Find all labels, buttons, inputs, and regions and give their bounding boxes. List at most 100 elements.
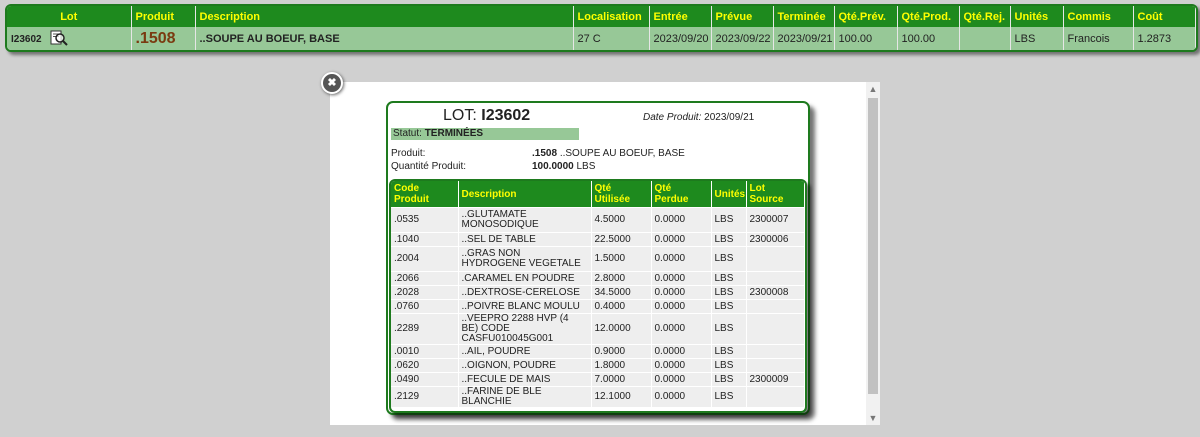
lot-detail-card: LOT: I23602 Date Produit: 2023/09/21 Sta… xyxy=(386,101,810,415)
produit-label: Produit: xyxy=(391,148,426,159)
close-icon[interactable]: ✖ xyxy=(321,72,343,94)
desc-cell: ..SEL DE TABLE xyxy=(458,232,592,247)
col-header-produit[interactable]: Produit xyxy=(131,6,196,27)
lot-source-cell: 2300009 xyxy=(746,372,805,387)
desc-cell: ..OIGNON, POUDRE xyxy=(458,358,592,373)
code-cell: .2028 xyxy=(391,285,459,300)
qte-prod-cell: 100.00 xyxy=(897,27,960,50)
produit-value: .1508 ..SOUPE AU BOEUF, BASE xyxy=(532,148,685,159)
scroll-up-icon[interactable]: ▲ xyxy=(866,84,880,94)
magnifier-document-icon[interactable] xyxy=(50,30,69,49)
table-row: .1040 ..SEL DE TABLE 22.5000 0.0000 LBS … xyxy=(391,232,805,247)
lost-cell: 0.0000 xyxy=(651,358,712,373)
lot-title-value: I23602 xyxy=(481,107,531,124)
lot-source-cell xyxy=(746,386,805,407)
lot-source-cell xyxy=(746,313,805,345)
col-header-lot-source: Lot Source xyxy=(746,181,805,208)
code-cell: .0010 xyxy=(391,344,459,359)
col-header-qte-prev[interactable]: Qté.Prév. xyxy=(834,6,898,27)
col-header-unites[interactable]: Unités xyxy=(1010,6,1064,27)
col-header-lot[interactable]: Lot xyxy=(7,6,132,27)
desc-cell: ..POIVRE BLANC MOULU xyxy=(458,299,592,314)
col-header-localisation[interactable]: Localisation xyxy=(573,6,650,27)
lost-cell: 0.0000 xyxy=(651,299,712,314)
status-badge: Statut: TERMINÉES xyxy=(391,128,579,140)
lot-strip: Lot Produit Description Localisation Ent… xyxy=(5,4,1198,52)
col-header-terminee[interactable]: Terminée xyxy=(773,6,835,27)
popup-scrollbar[interactable]: ▲ ▼ xyxy=(866,82,880,425)
desc-cell: ..DEXTROSE-CERELOSE xyxy=(458,285,592,300)
table-row: .0010 ..AIL, POUDRE 0.9000 0.0000 LBS xyxy=(391,344,805,359)
lot-source-cell xyxy=(746,271,805,286)
used-cell: 34.5000 xyxy=(591,285,652,300)
lost-cell: 0.0000 xyxy=(651,207,712,233)
quantite-label: Quantité Produit: xyxy=(391,161,467,172)
col-header-qte-perdue: Qté Perdue xyxy=(651,181,712,208)
lost-cell: 0.0000 xyxy=(651,271,712,286)
lost-cell: 0.0000 xyxy=(651,285,712,300)
code-cell: .2004 xyxy=(391,246,459,272)
code-cell: .1040 xyxy=(391,232,459,247)
produit-code: .1508 xyxy=(532,148,558,159)
desc-cell: ..FARINE DE BLE BLANCHIE xyxy=(458,386,592,407)
unit-cell: LBS xyxy=(711,344,747,359)
lost-cell: 0.0000 xyxy=(651,232,712,247)
ingredients-panel: Code Produit Description Qté Utilisée Qt… xyxy=(389,179,807,413)
desc-cell: .CARAMEL EN POUDRE xyxy=(458,271,592,286)
col-header-qte-utilisee: Qté Utilisée xyxy=(591,181,652,208)
lot-row[interactable]: I23602 .1508 ..SOUPE AU BOEUF, BASE 27 C xyxy=(7,27,1196,50)
scroll-down-icon[interactable]: ▼ xyxy=(866,413,880,423)
table-row: .2028 ..DEXTROSE-CERELOSE 34.5000 0.0000… xyxy=(391,285,805,300)
prevue-cell: 2023/09/22 xyxy=(711,27,774,50)
quantite-unit: LBS xyxy=(576,161,596,172)
date-produit-label: Date Produit: xyxy=(643,112,702,123)
table-row: .2066 .CARAMEL EN POUDRE 2.8000 0.0000 L… xyxy=(391,271,805,286)
col-header-commis[interactable]: Commis xyxy=(1063,6,1134,27)
produit-cell: .1508 xyxy=(131,27,196,50)
table-row: .0760 ..POIVRE BLANC MOULU 0.4000 0.0000… xyxy=(391,299,805,314)
table-row: .0535 ..GLUTAMATE MONOSODIQUE 4.5000 0.0… xyxy=(391,207,805,233)
col-header-cout[interactable]: Coût xyxy=(1133,6,1196,27)
desc-cell: ..FECULE DE MAIS xyxy=(458,372,592,387)
unit-cell: LBS xyxy=(711,207,747,233)
lot-title: LOT: I23602 xyxy=(443,107,530,125)
used-cell: 7.0000 xyxy=(591,372,652,387)
unit-cell: LBS xyxy=(711,313,747,345)
used-cell: 0.9000 xyxy=(591,344,652,359)
lot-source-cell: 2300008 xyxy=(746,285,805,300)
qte-prev-cell: 100.00 xyxy=(834,27,898,50)
scrollbar-thumb[interactable] xyxy=(868,98,878,394)
used-cell: 0.4000 xyxy=(591,299,652,314)
table-row: .2004 ..GRAS NON HYDROGENE VEGETALE 1.50… xyxy=(391,246,805,272)
description-cell: ..SOUPE AU BOEUF, BASE xyxy=(195,27,574,50)
lot-source-cell xyxy=(746,299,805,314)
desc-cell: ..GRAS NON HYDROGENE VEGETALE xyxy=(458,246,592,272)
date-produit: Date Produit: 2023/09/21 xyxy=(643,112,754,123)
unit-cell: LBS xyxy=(711,285,747,300)
code-cell: .0620 xyxy=(391,358,459,373)
used-cell: 1.5000 xyxy=(591,246,652,272)
lot-source-cell xyxy=(746,344,805,359)
col-header-qte-prod[interactable]: Qté.Prod. xyxy=(897,6,960,27)
lost-cell: 0.0000 xyxy=(651,344,712,359)
col-header-description[interactable]: Description xyxy=(195,6,574,27)
localisation-cell: 27 C xyxy=(573,27,650,50)
col-header-qte-rej[interactable]: Qté.Rej. xyxy=(959,6,1011,27)
entree-cell: 2023/09/20 xyxy=(649,27,712,50)
code-cell: .2129 xyxy=(391,386,459,407)
lot-cell: I23602 xyxy=(7,27,132,50)
col-header-prevue[interactable]: Prévue xyxy=(711,6,774,27)
col-header-entree[interactable]: Entrée xyxy=(649,6,712,27)
lost-cell: 0.0000 xyxy=(651,246,712,272)
statut-value: TERMINÉES xyxy=(424,128,484,139)
used-cell: 22.5000 xyxy=(591,232,652,247)
used-cell: 12.1000 xyxy=(591,386,652,407)
col-header-code-produit: Code Produit xyxy=(391,181,459,208)
col-header-description: Description xyxy=(458,181,592,208)
code-cell: .0760 xyxy=(391,299,459,314)
table-row: .2289 ..VEEPRO 2288 HVP (4 BE) CODE CASF… xyxy=(391,313,805,345)
unit-cell: LBS xyxy=(711,246,747,272)
cout-cell: 1.2873 xyxy=(1133,27,1196,50)
desc-cell: ..AIL, POUDRE xyxy=(458,344,592,359)
code-cell: .0490 xyxy=(391,372,459,387)
